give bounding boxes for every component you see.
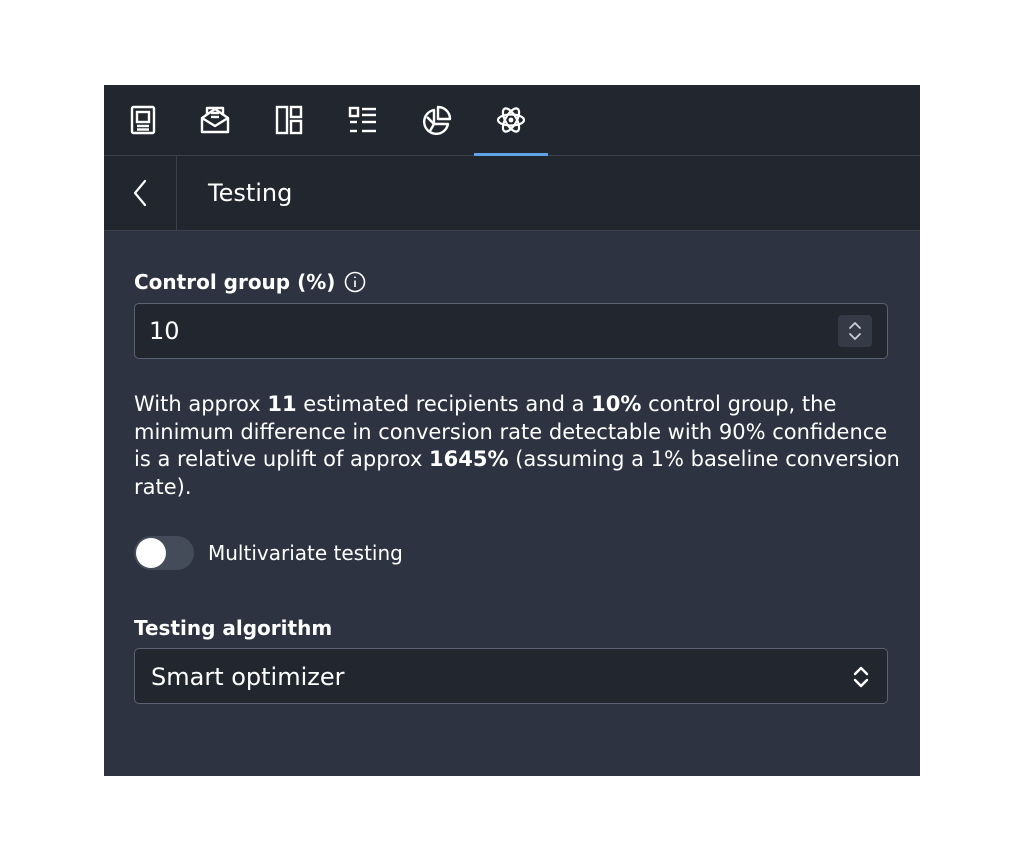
description-text-2: estimated recipients and a [296,392,592,416]
select-arrows-icon [851,664,871,690]
control-group-label-text: Control group (%) [134,270,336,294]
tab-document[interactable] [106,85,180,155]
back-button[interactable] [104,156,177,230]
relative-uplift: 1645% [429,447,509,471]
control-group-percent: 10% [591,392,642,416]
significance-description: With approx 11 estimated recipients and … [134,391,904,501]
testing-panel: Testing Control group (%) With approx 11… [104,85,920,776]
page-title: Testing [208,179,293,207]
tab-analytics[interactable] [400,85,474,155]
testing-algorithm-label: Testing algorithm [134,614,332,642]
control-group-input[interactable] [149,304,829,358]
tab-bar [104,85,920,156]
multivariate-toggle[interactable] [134,536,194,570]
section-header: Testing [104,156,920,231]
layout-blocks-icon [275,105,303,135]
toggle-knob [136,538,166,568]
chevron-left-icon [133,179,147,207]
description-text-1: With approx [134,392,268,416]
testing-algorithm-select[interactable]: Smart optimizer [134,648,888,704]
tab-list[interactable] [326,85,400,155]
tab-testing[interactable] [474,85,548,156]
list-icon [348,106,376,133]
info-icon[interactable] [344,271,366,293]
multivariate-row: Multivariate testing [134,536,403,570]
tab-email[interactable] [178,85,252,155]
envelope-icon [200,106,230,134]
pie-chart-icon [423,105,452,135]
chevron-up-down-icon [849,322,861,340]
control-group-label: Control group (%) [134,268,366,296]
control-group-field [134,303,888,359]
control-group-stepper[interactable] [838,315,872,347]
testing-algorithm-value: Smart optimizer [151,663,345,691]
estimated-recipients: 11 [267,392,297,416]
testing-algorithm-label-text: Testing algorithm [134,616,333,640]
atom-icon [496,107,526,133]
document-icon [130,105,156,135]
multivariate-label: Multivariate testing [208,541,403,565]
tab-layout[interactable] [252,85,326,155]
